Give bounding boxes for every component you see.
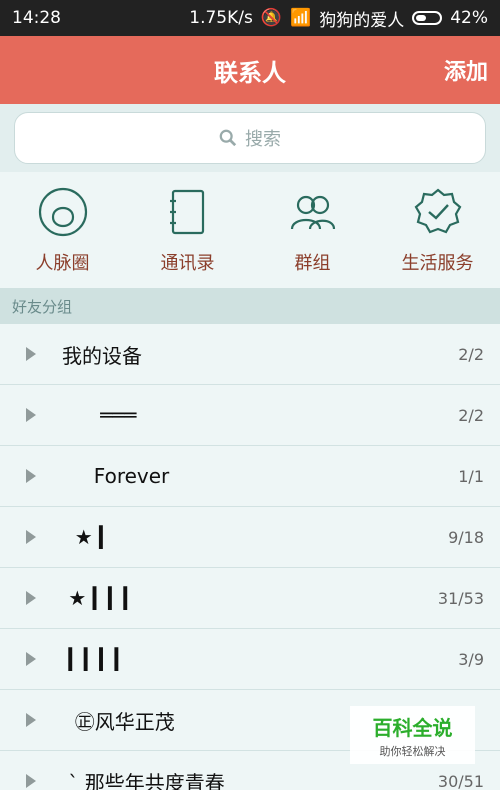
shortcut-address-book[interactable]: 通讯录 bbox=[125, 172, 250, 288]
friend-groups-header: 好友分组 bbox=[0, 288, 500, 324]
status-right: 1.75K/s 🔕 📶 狗狗的爱人 42% bbox=[189, 6, 488, 31]
group-count: 31/53 bbox=[437, 588, 484, 608]
mute-icon: 🔕 bbox=[260, 8, 283, 28]
watermark-logo: 百科全说 助你轻松解决 bbox=[350, 706, 475, 764]
badge-check-icon bbox=[414, 188, 461, 234]
group-icon bbox=[290, 195, 335, 230]
group-count: 30/51 bbox=[437, 771, 484, 790]
expand-arrow-icon bbox=[26, 408, 36, 422]
shortcut-people-circle[interactable]: 人脉圈 bbox=[0, 172, 125, 288]
shortcut-label: 生活服务 bbox=[401, 253, 474, 274]
watermark-subtitle: 助你轻松解决 bbox=[379, 744, 446, 758]
list-item[interactable]: ★ ▎▎▎ 31/53 bbox=[0, 568, 500, 629]
group-name: ★ ▎▎▎ bbox=[62, 586, 139, 610]
shortcut-label: 人脉圈 bbox=[35, 253, 90, 274]
status-bar: 14:28 1.75K/s 🔕 📶 狗狗的爱人 42% bbox=[0, 0, 500, 36]
list-item[interactable]: 我的设备 2/2 bbox=[0, 324, 500, 385]
group-count: 3/9 bbox=[458, 649, 484, 669]
group-count: 2/2 bbox=[458, 405, 484, 425]
group-name: 我的设备 bbox=[62, 343, 142, 368]
search-icon bbox=[219, 129, 237, 147]
watermark-title: 百科全说 bbox=[372, 715, 453, 740]
expand-arrow-icon bbox=[26, 591, 36, 605]
expand-arrow-icon bbox=[26, 652, 36, 666]
group-name: ㊣风华正茂 bbox=[62, 709, 175, 734]
group-name: ★ ▎ bbox=[62, 525, 115, 549]
group-count: 9/18 bbox=[448, 527, 484, 547]
shortcut-groups[interactable]: 群组 bbox=[250, 172, 375, 288]
expand-arrow-icon bbox=[26, 469, 36, 483]
list-item[interactable]: ▎▎▎▎ 3/9 bbox=[0, 629, 500, 690]
group-name: ▎▎▎▎ bbox=[62, 647, 130, 671]
network-speed: 1.75K/s bbox=[189, 8, 253, 28]
title-bar: 联系人 添加 bbox=[0, 36, 500, 104]
shortcut-bar: 人脉圈 通讯录 群组 生活服务 bbox=[0, 172, 500, 288]
group-name: ˋ 那些年共度青春 bbox=[62, 770, 225, 790]
group-name: ═══ bbox=[62, 403, 137, 427]
address-book-icon bbox=[169, 189, 204, 235]
battery-icon bbox=[412, 11, 443, 25]
page-title: 联系人 bbox=[214, 58, 286, 87]
wifi-icon: 📶 bbox=[290, 8, 312, 28]
shortcut-life-services[interactable]: 生活服务 bbox=[375, 172, 500, 288]
add-button[interactable]: 添加 bbox=[444, 54, 488, 86]
search-placeholder: 搜索 bbox=[245, 129, 281, 150]
status-time: 14:28 bbox=[12, 8, 61, 28]
group-count: 1/1 bbox=[458, 466, 484, 486]
expand-arrow-icon bbox=[26, 530, 36, 544]
expand-arrow-icon bbox=[26, 713, 36, 727]
group-count: 2/2 bbox=[458, 344, 484, 364]
list-item[interactable]: ★ ▎ 9/18 bbox=[0, 507, 500, 568]
battery-level: 42% bbox=[450, 8, 488, 28]
list-item[interactable]: Forever 1/1 bbox=[0, 446, 500, 507]
shortcut-label: 群组 bbox=[294, 253, 331, 274]
network-name: 狗狗的爱人 bbox=[319, 10, 405, 31]
expand-arrow-icon bbox=[26, 774, 36, 788]
expand-arrow-icon bbox=[26, 347, 36, 361]
person-circle-icon bbox=[38, 187, 87, 237]
group-name: Forever bbox=[62, 464, 170, 488]
shortcut-label: 通讯录 bbox=[160, 253, 215, 274]
list-item[interactable]: ═══ 2/2 bbox=[0, 385, 500, 446]
search-area: 搜索 bbox=[0, 104, 500, 172]
search-input[interactable]: 搜索 bbox=[14, 112, 486, 164]
